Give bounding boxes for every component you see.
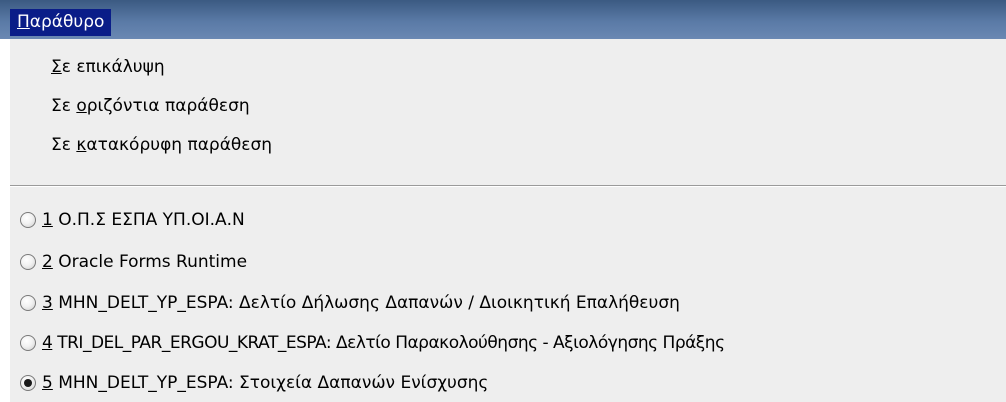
menu-item-tile-vertical-mnemonic: κ [76, 135, 87, 155]
window-item-4-label: TRI_DEL_PAR_ERGOU_KRAT_ESPA: Δελτίο Παρα… [52, 333, 725, 353]
window-item-5-label: MHN_DELT_YP_ESPA: Στοιχεία Δαπανών Ενίσχ… [52, 373, 489, 393]
menu-item-cascade[interactable]: Σε επικάλυψη [51, 54, 165, 80]
menu-item-tile-horizontal[interactable]: Σε οριζόντια παράθεση [51, 93, 250, 119]
menu-item-cascade-mnemonic: Σ [51, 57, 62, 77]
window-item-3-label: MHN_DELT_YP_ESPA: Δελτίο Δήλωσης Δαπανών… [52, 293, 680, 313]
window-menu-mnemonic: Π [17, 12, 30, 32]
menu-item-tile-horizontal-prefix: Σε [51, 96, 77, 116]
window-item-4-number: 4 [42, 333, 53, 353]
menu-bar: Παράθυρο [0, 0, 1006, 39]
window-item-3-number: 3 [42, 293, 53, 313]
window-menu-label-rest: αράθυρο [29, 12, 105, 32]
radio-icon [20, 335, 36, 351]
radio-selected-icon [20, 375, 36, 391]
radio-icon [20, 254, 36, 270]
radio-icon [20, 295, 36, 311]
menu-item-tile-vertical-rest: ατακόρυφη παράθεση [86, 135, 273, 155]
window-item-5-number: 5 [42, 373, 53, 393]
window-menu-title[interactable]: Παράθυρο [10, 9, 112, 36]
menu-item-tile-horizontal-rest: ριζόντια παράθεση [86, 96, 250, 116]
window-item-2-label: Oracle Forms Runtime [52, 252, 248, 272]
window-item-2-number: 2 [42, 252, 53, 272]
menu-item-cascade-rest: ε επικάλυψη [61, 57, 165, 77]
window-item-1-label: Ο.Π.Σ ΕΣΠΑ ΥΠ.ΟΙ.Α.Ν [52, 210, 245, 230]
window-item-1-number: 1 [42, 210, 53, 230]
radio-icon [20, 212, 36, 228]
menu-item-tile-vertical[interactable]: Σε κατακόρυφη παράθεση [51, 132, 272, 158]
menu-item-tile-horizontal-mnemonic: ο [76, 96, 87, 116]
window-menu-dropdown: Σε επικάλυψη Σε οριζόντια παράθεση Σε κα… [0, 39, 1006, 402]
menu-separator [10, 185, 1006, 187]
menu-item-tile-vertical-prefix: Σε [51, 135, 77, 155]
